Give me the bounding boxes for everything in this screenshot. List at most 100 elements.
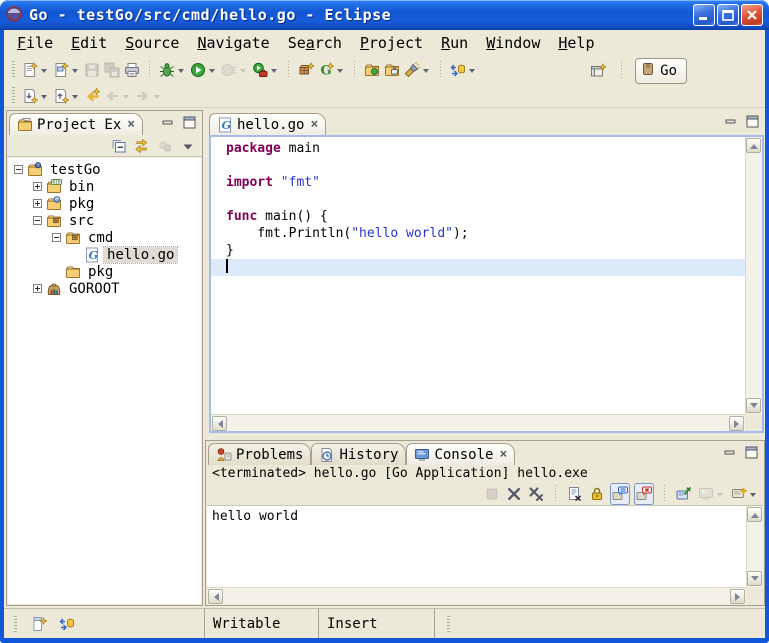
new-item-wizard-dropdown-icon[interactable] (72, 69, 78, 76)
tree-item-hello-go[interactable]: Ghello.go (8, 246, 201, 263)
fast-view-button[interactable] (30, 613, 48, 635)
back-dropdown-icon[interactable] (123, 95, 129, 102)
minimize-button[interactable] (693, 4, 715, 26)
tree-item-testgo[interactable]: testGo (8, 161, 201, 178)
console-tab-problems[interactable]: Problems (208, 443, 311, 465)
menu-file[interactable]: File (8, 30, 62, 56)
run-button[interactable] (189, 59, 218, 81)
minimize-editor-button[interactable] (723, 114, 740, 129)
synchronize-button[interactable] (58, 613, 76, 635)
console-output-area[interactable]: hello world (207, 505, 763, 604)
menu-search[interactable]: Search (279, 30, 351, 56)
forward-dropdown-icon[interactable] (154, 95, 160, 102)
tree-item-pkg[interactable]: pkg (8, 263, 201, 280)
menu-window[interactable]: Window (477, 30, 549, 56)
show-stdout-button[interactable] (610, 483, 630, 505)
editor-vertical-scrollbar[interactable] (745, 137, 762, 414)
maximize-button[interactable] (717, 4, 739, 26)
run-history-dropdown-icon[interactable] (240, 69, 246, 76)
last-edit-location-button[interactable] (83, 85, 101, 107)
tree-item-goroot[interactable]: GOROOT (8, 280, 201, 297)
back-button[interactable] (103, 85, 132, 107)
new-item-wizard-button[interactable] (52, 59, 81, 81)
title-bar[interactable]: Go - testGo/src/cmd/hello.go - Eclipse (0, 0, 769, 30)
tree-expander-icon[interactable] (14, 165, 23, 174)
minimize-console-button[interactable] (722, 445, 739, 460)
menu-run[interactable]: Run (432, 30, 477, 56)
console-tab-history[interactable]: History (311, 443, 406, 465)
tree-expander-icon[interactable] (33, 182, 42, 191)
open-console-button[interactable] (730, 483, 759, 505)
link-with-editor-button[interactable] (133, 135, 151, 157)
clear-console-button[interactable] (566, 483, 584, 505)
scroll-left-button[interactable] (212, 416, 227, 431)
maximize-view-button[interactable] (181, 115, 198, 130)
go-perspective-button[interactable]: Go (635, 58, 687, 84)
synchronize-dropdown-icon[interactable] (469, 69, 475, 76)
run-dropdown-icon[interactable] (209, 69, 215, 76)
run-history-button[interactable] (220, 59, 249, 81)
new-package-button[interactable] (297, 59, 315, 81)
view-menu-button[interactable] (179, 135, 197, 157)
external-tools-button[interactable] (251, 59, 280, 81)
close-view-icon[interactable]: × (127, 118, 135, 131)
collapse-all-button[interactable] (110, 135, 128, 157)
tree-expander-icon[interactable] (33, 284, 42, 293)
console-vertical-scrollbar[interactable] (746, 506, 763, 587)
editor-tab-hello-go[interactable]: G hello.go × (209, 113, 326, 135)
scroll-right-button[interactable] (730, 589, 745, 604)
menu-edit[interactable]: Edit (62, 30, 116, 56)
tree-expander-icon[interactable] (33, 199, 42, 208)
menu-help[interactable]: Help (549, 30, 603, 56)
tree-item-cmd[interactable]: cmd (8, 229, 201, 246)
tree-item-pkg[interactable]: pkg (8, 195, 201, 212)
tree-expander-icon[interactable] (33, 216, 42, 225)
menu-navigate[interactable]: Navigate (188, 30, 278, 56)
maximize-editor-button[interactable] (744, 114, 761, 129)
remove-all-terminated-button[interactable] (527, 483, 545, 505)
console-horizontal-scrollbar[interactable] (207, 587, 746, 604)
tree-expander-icon[interactable] (52, 233, 61, 242)
menu-source[interactable]: Source (116, 30, 188, 56)
show-stderr-button[interactable] (634, 483, 654, 505)
console-tab-console[interactable]: Console× (406, 443, 515, 465)
tree-item-src[interactable]: src (8, 212, 201, 229)
display-console-dropdown-icon[interactable] (717, 493, 723, 500)
close-button[interactable] (741, 4, 763, 26)
display-console-button[interactable] (697, 483, 726, 505)
synchronize-button[interactable] (449, 59, 478, 81)
terminate-button[interactable] (483, 483, 501, 505)
filters-button[interactable] (156, 135, 174, 157)
code-editor[interactable]: package mainimport "fmt"func main() { fm… (209, 135, 764, 433)
open-perspective-button[interactable] (589, 60, 607, 82)
next-annotation-dropdown-icon[interactable] (41, 95, 47, 102)
project-explorer-tab[interactable]: Project Ex × (9, 113, 143, 135)
next-annotation-button[interactable] (21, 85, 50, 107)
editor-horizontal-scrollbar[interactable] (211, 414, 745, 431)
save-button[interactable] (83, 59, 101, 81)
menu-project[interactable]: Project (351, 30, 432, 56)
scroll-right-button[interactable] (729, 416, 744, 431)
close-editor-icon[interactable]: × (310, 118, 318, 131)
tree-item-bin[interactable]: 010bin (8, 178, 201, 195)
maximize-console-button[interactable] (743, 445, 760, 460)
search-dropdown-icon[interactable] (423, 69, 429, 76)
scroll-left-button[interactable] (208, 589, 223, 604)
scroll-up-button[interactable] (746, 138, 761, 153)
search-button[interactable] (403, 59, 432, 81)
open-type-button[interactable] (363, 59, 381, 81)
debug-button[interactable] (158, 59, 187, 81)
close-view-icon[interactable]: × (499, 448, 507, 461)
print-button[interactable] (123, 59, 141, 81)
new-wizard-dropdown-icon[interactable] (41, 69, 47, 76)
prev-annotation-button[interactable] (52, 85, 81, 107)
debug-dropdown-icon[interactable] (178, 69, 184, 76)
remove-launch-button[interactable] (505, 483, 523, 505)
scroll-lock-button[interactable] (588, 483, 606, 505)
save-all-button[interactable] (103, 59, 121, 81)
open-resource-button[interactable] (383, 59, 401, 81)
pin-console-button[interactable] (675, 483, 693, 505)
scroll-down-button[interactable] (747, 571, 762, 586)
external-tools-dropdown-icon[interactable] (271, 69, 277, 76)
prev-annotation-dropdown-icon[interactable] (72, 95, 78, 102)
